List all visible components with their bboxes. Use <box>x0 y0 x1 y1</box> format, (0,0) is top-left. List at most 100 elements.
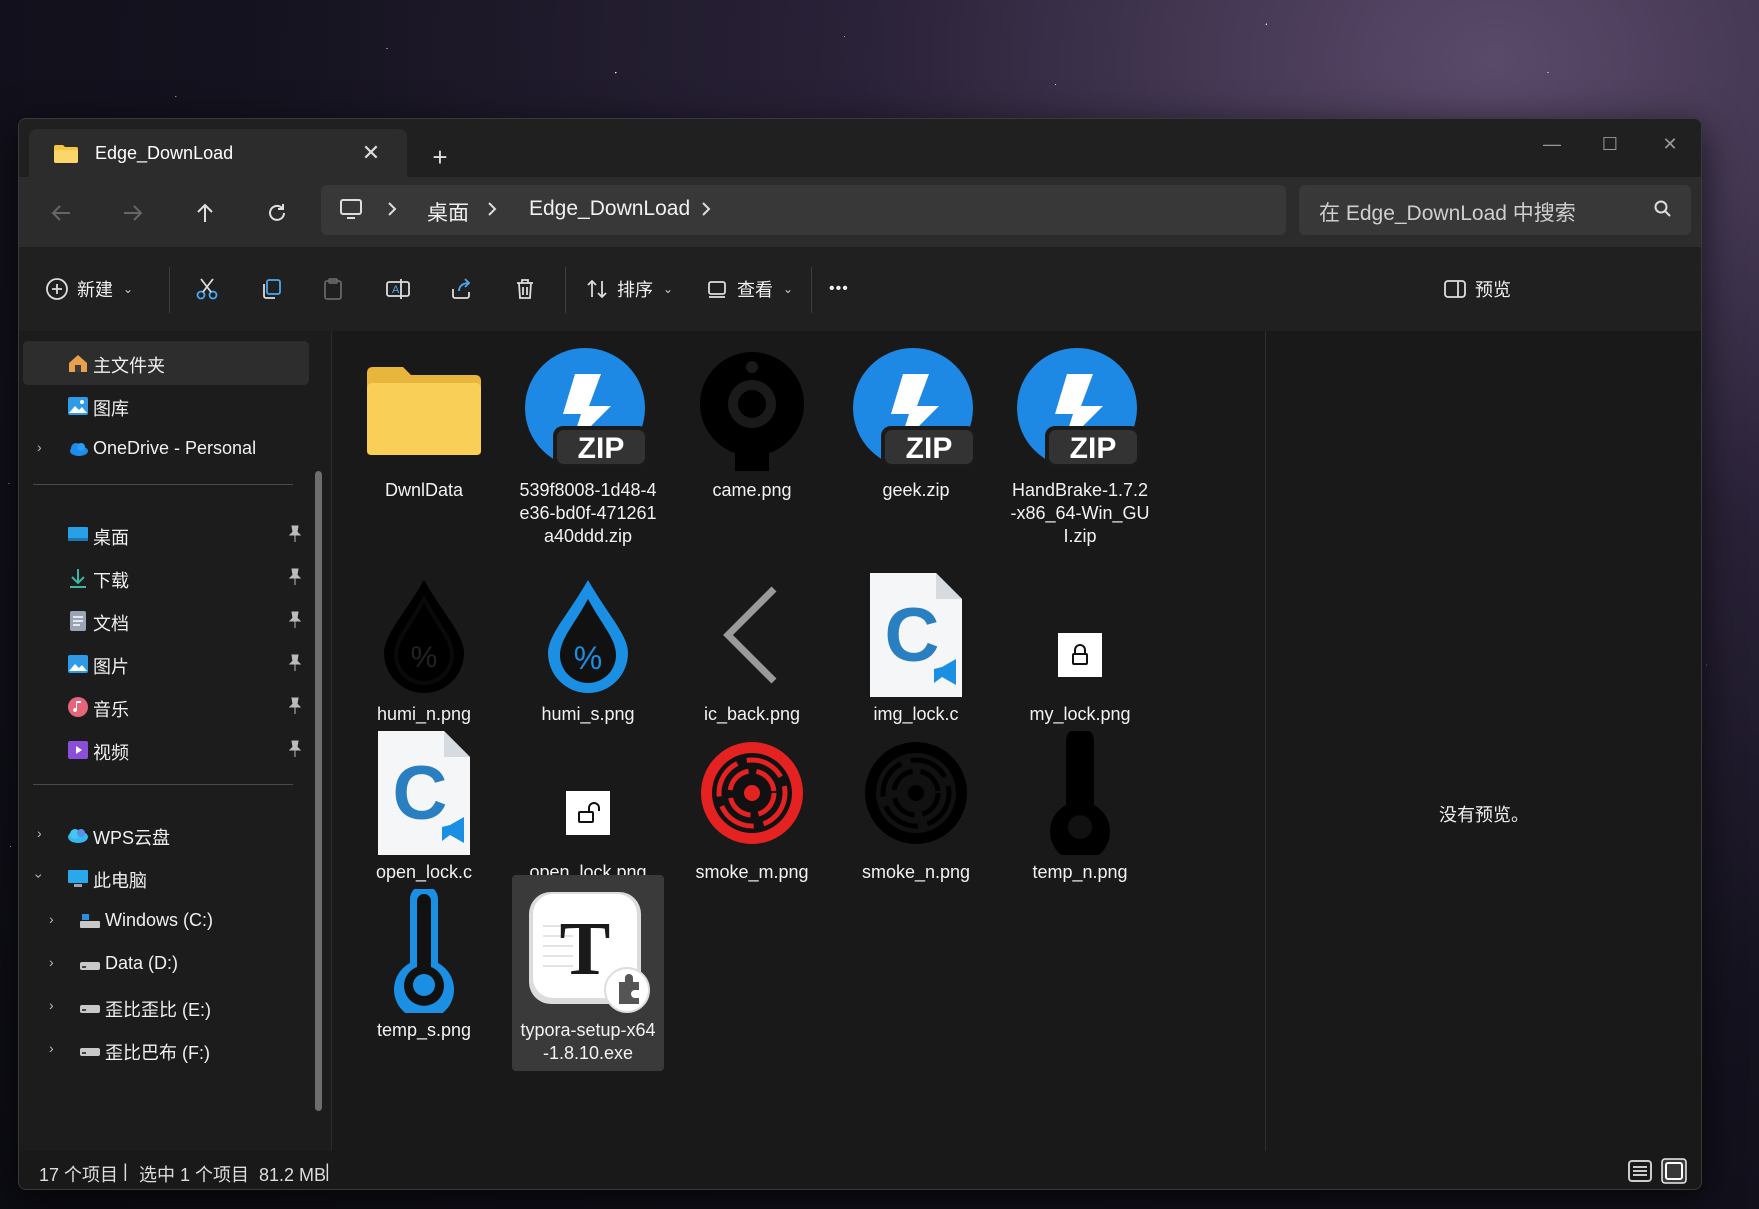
sidebar-item-desktop[interactable]: 桌面 <box>23 513 309 557</box>
file-item[interactable]: C open_lock.c <box>348 725 500 884</box>
details-view-icon[interactable] <box>1627 1158 1653 1184</box>
sidebar-item-music[interactable]: 音乐 <box>23 685 309 729</box>
sidebar-item-this-pc[interactable]: › 此电脑 <box>23 856 309 900</box>
file-item[interactable]: ZIP 539f8008-1d48-4e36-bd0f-471261a40ddd… <box>512 343 664 548</box>
zip-icon: ZIP <box>853 348 977 468</box>
file-item[interactable]: smoke_n.png <box>840 725 992 884</box>
new-tab-button[interactable]: + <box>423 141 457 175</box>
no-preview-message: 没有预览。 <box>1439 805 1529 825</box>
cut-button[interactable] <box>195 269 219 309</box>
file-item[interactable]: smoke_m.png <box>676 725 828 884</box>
file-item[interactable]: C img_lock.c <box>840 567 992 726</box>
sidebar-item-pictures[interactable]: 图片 <box>23 642 309 686</box>
back-button[interactable] <box>39 191 83 235</box>
toolbar-divider <box>811 267 812 313</box>
rename-button[interactable]: A <box>385 269 411 309</box>
sidebar-item-downloads[interactable]: 下载 <box>23 556 309 600</box>
svg-text:ZIP: ZIP <box>1070 432 1117 465</box>
up-button[interactable] <box>183 191 227 235</box>
sidebar-item-drive-f[interactable]: › 歪比巴布 (F:) <box>23 1028 309 1072</box>
file-item[interactable]: temp_s.png <box>348 883 500 1042</box>
sidebar-item-wps-cloud[interactable]: › WPS云盘 <box>23 813 309 857</box>
sidebar-item-gallery[interactable]: 图库 <box>23 384 309 428</box>
paste-button[interactable] <box>321 269 345 309</box>
refresh-button[interactable] <box>255 191 299 235</box>
pin-icon <box>288 740 302 757</box>
delete-button[interactable] <box>513 269 537 309</box>
file-item[interactable]: temp_n.png <box>1004 725 1156 884</box>
sidebar-item-label: 文档 <box>93 614 129 634</box>
new-button[interactable]: 新建 ⌄ <box>45 269 133 309</box>
breadcrumb-desktop[interactable]: 桌面 <box>427 197 469 227</box>
search-input[interactable]: 在 Edge_DownLoad 中搜索 <box>1319 197 1576 227</box>
file-item[interactable]: ic_back.png <box>676 567 828 726</box>
tab-edge-download[interactable]: Edge_DownLoad ✕ <box>29 129 407 177</box>
close-window-button[interactable]: ✕ <box>1647 127 1693 161</box>
sidebar-item-label: OneDrive - Personal <box>93 438 257 458</box>
preview-pane-button[interactable]: 预览 <box>1443 269 1511 309</box>
unlock-icon <box>566 791 610 835</box>
preview-pane: 没有预览。 <box>1265 331 1701 1151</box>
minimize-button[interactable]: — <box>1529 127 1575 161</box>
sidebar-item-home[interactable]: 主文件夹 <box>23 341 309 385</box>
file-item[interactable]: came.png <box>676 343 828 502</box>
chevron-right-icon[interactable]: › <box>49 954 54 970</box>
sidebar-item-documents[interactable]: 文档 <box>23 599 309 643</box>
sidebar-item-drive-c[interactable]: › Windows (C:) <box>23 899 309 943</box>
file-list: DwnlData ZIP 539f8008-1d48-4e36-bd0f-471… <box>332 331 1265 1151</box>
navigation-bar: 桌面 Edge_DownLoad 在 Edge_DownLoad 中搜索 <box>19 177 1701 247</box>
forward-button[interactable] <box>111 191 155 235</box>
file-item[interactable]: % humi_s.png <box>512 567 664 726</box>
rename-icon: A <box>386 279 410 299</box>
chevron-right-icon[interactable]: › <box>37 439 42 455</box>
drive-icon <box>80 1048 100 1056</box>
pictures-icon <box>68 655 88 673</box>
sidebar-item-drive-e[interactable]: › 歪比歪比 (E:) <box>23 985 309 1029</box>
address-bar[interactable]: 桌面 Edge_DownLoad <box>321 185 1286 235</box>
documents-icon <box>70 611 86 631</box>
preview-pane-icon <box>1444 280 1466 298</box>
maximize-button[interactable]: ☐ <box>1587 127 1633 161</box>
toolbar-divider <box>169 267 170 313</box>
copy-button[interactable] <box>259 269 283 309</box>
preview-label: 预览 <box>1475 280 1511 300</box>
more-options-button[interactable]: ••• <box>829 269 849 309</box>
breadcrumb-edge-download[interactable]: Edge_DownLoad <box>529 197 690 221</box>
file-item-selected[interactable]: T typora-setup-x64-1.8.10.exe <box>512 875 664 1071</box>
search-box[interactable]: 在 Edge_DownLoad 中搜索 <box>1299 185 1691 235</box>
sidebar-item-onedrive[interactable]: › OneDrive - Personal <box>23 427 309 471</box>
sort-label: 排序 <box>617 280 653 300</box>
svg-text:C: C <box>885 593 940 678</box>
folder-icon <box>367 367 481 455</box>
chevron-down-icon[interactable]: › <box>31 874 47 879</box>
sidebar-item-drive-d[interactable]: › Data (D:) <box>23 942 309 986</box>
clipboard-icon <box>324 278 342 300</box>
tab-close-button[interactable]: ✕ <box>357 139 385 167</box>
arrow-left-icon <box>51 205 70 221</box>
share-button[interactable] <box>449 269 473 309</box>
chevron-right-icon[interactable] <box>699 200 713 218</box>
view-button[interactable]: 查看 ⌄ <box>705 269 793 309</box>
file-item[interactable]: open_lock.png <box>512 725 664 884</box>
thermometer-icon <box>394 889 454 1013</box>
file-item[interactable]: my_lock.png <box>1004 567 1156 726</box>
sidebar-scrollbar[interactable] <box>315 471 322 1111</box>
pin-icon <box>288 654 302 671</box>
chevron-right-icon[interactable]: › <box>49 1040 54 1056</box>
file-item[interactable]: ZIP geek.zip <box>840 343 992 502</box>
typora-icon: T <box>529 892 650 1013</box>
zip-icon: ZIP <box>525 348 649 468</box>
sidebar-item-videos[interactable]: 视频 <box>23 728 309 772</box>
file-item[interactable]: % humi_n.png <box>348 567 500 726</box>
large-icons-view-icon[interactable] <box>1661 1158 1687 1184</box>
file-item[interactable]: DwnlData <box>348 343 500 502</box>
copy-icon <box>263 279 281 299</box>
camera-icon <box>700 352 804 471</box>
tab-title: Edge_DownLoad <box>95 143 234 163</box>
file-name: ic_back.png <box>703 704 801 724</box>
chevron-right-icon[interactable]: › <box>49 911 54 927</box>
chevron-right-icon[interactable]: › <box>37 825 42 841</box>
file-item[interactable]: ZIP HandBrake-1.7.2-x86_64-Win_GUI.zip <box>1004 343 1156 548</box>
sort-button[interactable]: 排序 ⌄ <box>585 269 673 309</box>
chevron-right-icon[interactable]: › <box>49 997 54 1013</box>
